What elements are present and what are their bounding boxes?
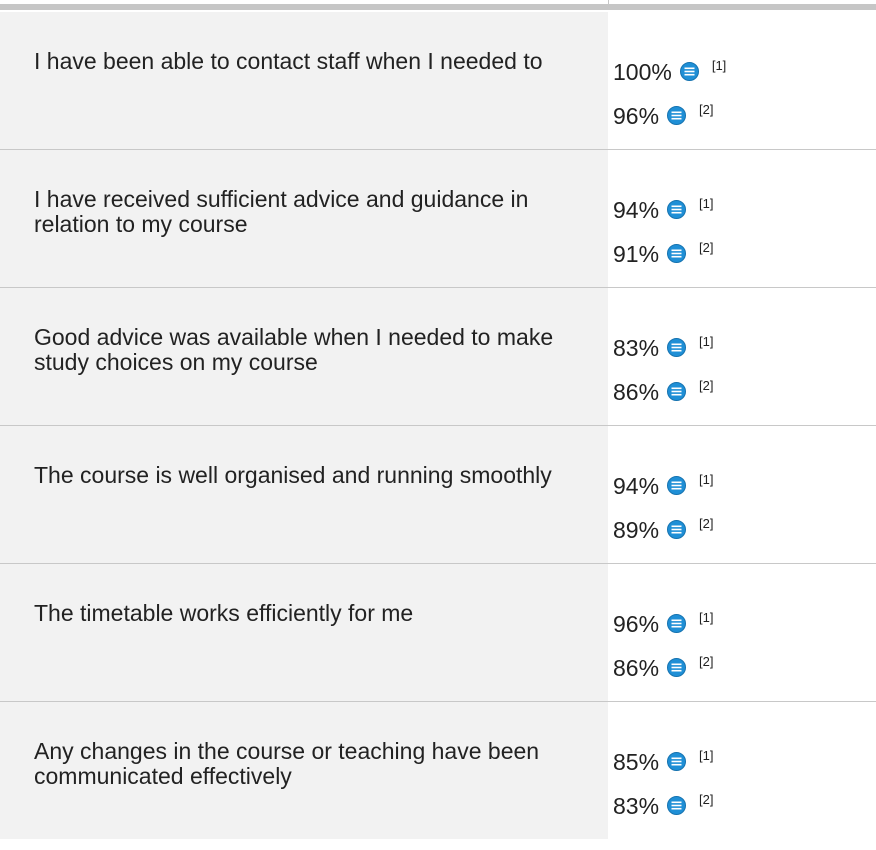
table-row: Any changes in the course or teaching ha… (0, 702, 876, 839)
column-divider (608, 0, 609, 6)
survey-question: I have received sufficient advice and gu… (0, 150, 608, 287)
score-line: 96% [1] (613, 609, 876, 653)
score-percentage: 89% (613, 517, 660, 543)
notes-icon[interactable] (667, 382, 687, 401)
score-cell: 85% [1] 83% [2] (608, 702, 876, 839)
survey-question: The timetable works efficiently for me (0, 564, 608, 701)
score-line: 96% [2] (613, 101, 876, 145)
notes-icon[interactable] (667, 520, 687, 539)
table-row: The course is well organised and running… (0, 426, 876, 564)
table-top-border (0, 0, 876, 12)
source-reference: [1] (699, 196, 714, 211)
score-line: 86% [2] (613, 377, 876, 421)
notes-icon[interactable] (667, 476, 687, 495)
source-reference: [1] (699, 334, 714, 349)
score-cell: 100% [1] 96% [2] (608, 12, 876, 149)
notes-icon[interactable] (667, 338, 687, 357)
score-percentage: 96% (613, 103, 660, 129)
score-percentage: 83% (613, 793, 660, 819)
score-percentage: 86% (613, 655, 660, 681)
score-line: 83% [1] (613, 333, 876, 377)
survey-question: I have been able to contact staff when I… (0, 12, 608, 149)
score-percentage: 83% (613, 335, 660, 361)
score-percentage: 100% (613, 59, 672, 85)
survey-results-table: I have been able to contact staff when I… (0, 12, 876, 839)
source-reference: [2] (699, 516, 714, 531)
score-percentage: 94% (613, 473, 660, 499)
score-cell: 83% [1] 86% [2] (608, 288, 876, 425)
notes-icon[interactable] (667, 658, 687, 677)
notes-icon[interactable] (667, 614, 687, 633)
source-reference: [2] (699, 792, 714, 807)
source-reference: [1] (699, 610, 714, 625)
source-reference: [1] (699, 748, 714, 763)
score-cell: 96% [1] 86% [2] (608, 564, 876, 701)
survey-question: The course is well organised and running… (0, 426, 608, 563)
score-line: 100% [1] (613, 57, 876, 101)
notes-icon[interactable] (667, 796, 687, 815)
source-reference: [2] (699, 102, 714, 117)
source-reference: [1] (699, 472, 714, 487)
score-line: 89% [2] (613, 515, 876, 559)
score-percentage: 96% (613, 611, 660, 637)
score-percentage: 91% (613, 241, 660, 267)
source-reference: [2] (699, 240, 714, 255)
notes-icon[interactable] (667, 200, 687, 219)
survey-question: Good advice was available when I needed … (0, 288, 608, 425)
table-row: I have received sufficient advice and gu… (0, 150, 876, 288)
score-line: 94% [1] (613, 195, 876, 239)
survey-question: Any changes in the course or teaching ha… (0, 702, 608, 839)
source-reference: [2] (699, 378, 714, 393)
score-cell: 94% [1] 91% [2] (608, 150, 876, 287)
score-percentage: 85% (613, 749, 660, 775)
score-line: 91% [2] (613, 239, 876, 283)
table-row: Good advice was available when I needed … (0, 288, 876, 426)
source-reference: [2] (699, 654, 714, 669)
score-percentage: 94% (613, 197, 660, 223)
notes-icon[interactable] (667, 106, 687, 125)
score-line: 86% [2] (613, 653, 876, 697)
notes-icon[interactable] (679, 62, 699, 81)
table-row: The timetable works efficiently for me 96… (0, 564, 876, 702)
score-line: 94% [1] (613, 471, 876, 515)
score-line: 83% [2] (613, 791, 876, 835)
table-header-bar (0, 4, 876, 10)
notes-icon[interactable] (667, 244, 687, 263)
source-reference: [1] (711, 58, 727, 73)
score-cell: 94% [1] 89% [2] (608, 426, 876, 563)
table-row: I have been able to contact staff when I… (0, 12, 876, 150)
notes-icon[interactable] (667, 752, 687, 771)
score-line: 85% [1] (613, 747, 876, 791)
score-percentage: 86% (613, 379, 660, 405)
